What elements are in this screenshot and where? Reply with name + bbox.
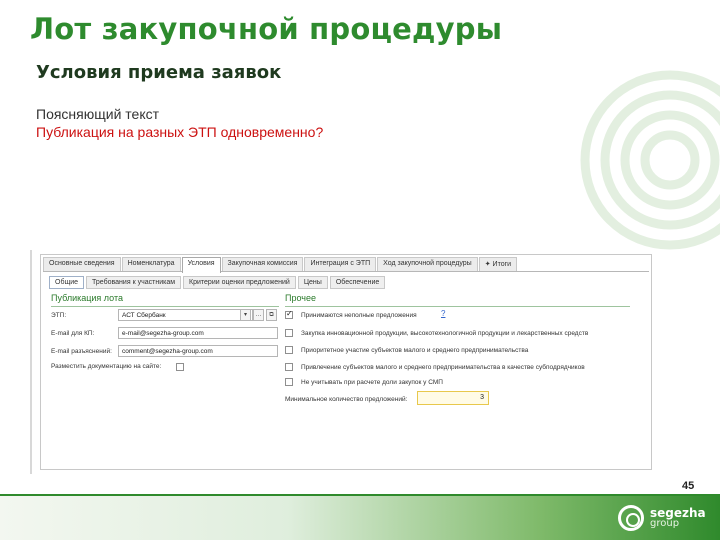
- incomplete-offers-label: Принимаются неполные предложения: [301, 312, 417, 319]
- exclude-smp-share-checkbox[interactable]: [285, 378, 293, 386]
- main-tabs: Основные сведения Номенклатура Условия З…: [43, 257, 649, 273]
- tab-general[interactable]: Общие: [49, 276, 85, 289]
- etp-label: ЭТП:: [51, 312, 67, 319]
- email-kp-label: E-mail для КП:: [51, 330, 95, 337]
- smb-subcontractors-label: Привлечение субъектов малого и среднего …: [301, 364, 585, 371]
- ellipsis-button[interactable]: …: [253, 309, 264, 321]
- tab-commission[interactable]: Закупочная комиссия: [221, 257, 304, 271]
- smb-priority-label: Приоритетное участие субъектов малого и …: [301, 347, 529, 354]
- tab-results[interactable]: ✦ Итоги: [478, 257, 518, 271]
- open-icon[interactable]: ⧉: [266, 309, 277, 321]
- explanatory-text: Поясняющий текст: [36, 106, 160, 122]
- lot-form-window: Основные сведения Номенклатура Условия З…: [40, 254, 652, 470]
- sub-tabs: Общие Требования к участникам Критерии о…: [49, 276, 387, 290]
- publication-section-line: [51, 306, 279, 307]
- segezha-logo-icon: [618, 505, 644, 531]
- exclude-smp-share-label: Не учитывать при расчете доли закупок у …: [301, 379, 443, 386]
- divider-line: [30, 250, 32, 474]
- smb-subcontractors-checkbox[interactable]: [285, 363, 293, 371]
- other-section-line: [285, 306, 630, 307]
- email-explanations-label: E-mail разъяснений:: [51, 348, 112, 355]
- tab-prices[interactable]: Цены: [297, 276, 328, 289]
- segezha-logo: segezha group: [618, 502, 710, 534]
- footer-line: [0, 494, 720, 496]
- tab-procedure-progress[interactable]: Ход закупочной процедуры: [377, 257, 478, 271]
- tab-security[interactable]: Обеспечение: [329, 276, 386, 289]
- tab-main-info[interactable]: Основные сведения: [43, 257, 121, 271]
- slide-subtitle: Условия приема заявок: [36, 62, 282, 83]
- help-link[interactable]: ?: [441, 309, 445, 318]
- smb-priority-checkbox[interactable]: [285, 346, 293, 354]
- tab-conditions[interactable]: Условия: [181, 257, 221, 273]
- tab-evaluation-criteria[interactable]: Критерии оценки предложений: [183, 276, 296, 289]
- publication-section-title: Публикация лота: [51, 293, 123, 303]
- tab-etp-integration[interactable]: Интеграция с ЭТП: [304, 257, 377, 271]
- min-offers-label: Минимальное количество предложений:: [285, 396, 408, 403]
- etp-select[interactable]: АСТ Сбербанк: [118, 309, 253, 321]
- segezha-logo-text: segezha group: [650, 507, 706, 529]
- slide-title: Лот закупочной процедуры: [30, 12, 503, 46]
- post-docs-checkbox[interactable]: [176, 363, 184, 371]
- post-docs-label: Разместить документацию на сайте:: [51, 363, 162, 370]
- logo-sub: group: [650, 518, 680, 529]
- other-section-title: Прочее: [285, 293, 316, 303]
- min-offers-field[interactable]: 3: [417, 391, 489, 405]
- dropdown-icon[interactable]: ▾: [240, 309, 251, 321]
- page-number: 45: [682, 480, 695, 492]
- decorative-swirl-icon: [580, 70, 720, 250]
- email-explanations-field[interactable]: comment@segezha-group.com: [118, 345, 278, 357]
- incomplete-offers-checkbox[interactable]: [285, 309, 293, 319]
- tab-participant-requirements[interactable]: Требования к участникам: [86, 276, 182, 289]
- tab-nomenclature[interactable]: Номенклатура: [121, 257, 181, 271]
- innovative-products-checkbox[interactable]: [285, 329, 293, 337]
- tab-results-label: Итоги: [492, 261, 512, 268]
- footer-band: [0, 494, 720, 540]
- innovative-products-label: Закупка инновационной продукции, высокот…: [301, 330, 589, 337]
- results-icon: ✦: [484, 261, 493, 268]
- email-kp-field[interactable]: e-mail@segezha-group.com: [118, 327, 278, 339]
- publication-question: Публикация на разных ЭТП одновременно?: [36, 124, 324, 140]
